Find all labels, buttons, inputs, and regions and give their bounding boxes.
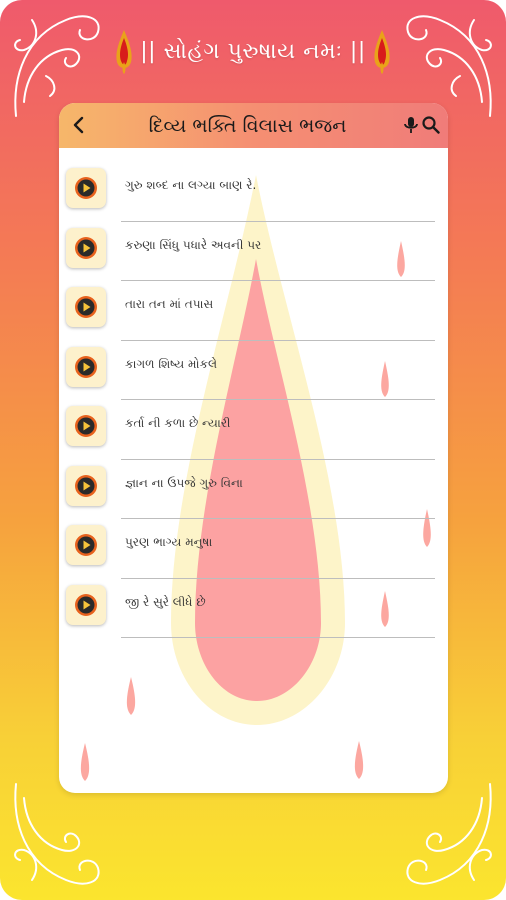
list-item[interactable]: જ્ઞાન ના ઉપજે ગુરુ વિના <box>59 460 448 519</box>
app-background: || સોહંગ પુરુષાય નમઃ || દિવ્ય ભક્તિ વિલા… <box>0 0 506 900</box>
bhajan-title: જ્ઞાન ના ઉપજે ગુરુ વિના <box>125 475 243 490</box>
search-button[interactable] <box>420 114 442 136</box>
app-header-title: || સોહંગ પુરુષાય નમઃ || <box>140 38 366 64</box>
bhajan-title: પુરણ ભાગ્ય મનુષા <box>125 535 213 549</box>
list-item[interactable]: ગુરુ શબ્દ ના લગ્યા બાણ રે. <box>59 162 448 222</box>
microphone-icon <box>404 117 418 133</box>
voice-search-button[interactable] <box>400 114 422 136</box>
list-item[interactable]: કાગળ શિષ્ય મોકલે <box>59 341 448 400</box>
play-button[interactable] <box>66 168 106 208</box>
bhajan-list: ગુરુ શબ્દ ના લગ્યા બાણ રે. કરુણા સિંધુ પધ… <box>59 162 448 638</box>
play-icon <box>75 296 97 318</box>
play-icon <box>75 236 97 259</box>
play-icon <box>75 534 97 556</box>
list-item[interactable]: પુરણ ભાગ્ય મનુષા <box>59 519 448 579</box>
play-button[interactable] <box>66 287 106 327</box>
play-button[interactable] <box>66 584 106 625</box>
bhajan-title: તારા તન માં તપાસ <box>125 297 214 311</box>
screen-title: દિવ્ય ભક્તિ વિલાસ ભજન <box>148 114 347 137</box>
play-button[interactable] <box>66 525 106 565</box>
list-item[interactable]: કર્તા ની કળા છે ન્યારી <box>59 400 448 460</box>
play-icon <box>75 474 97 497</box>
back-button[interactable] <box>65 111 93 139</box>
list-item[interactable]: તારા તન માં તપાસ <box>59 281 448 341</box>
play-icon <box>75 593 97 616</box>
bhajan-list-card: દિવ્ય ભક્તિ વિલાસ ભજન ગુરુ શબ્દ ના લગ્યા… <box>59 103 448 793</box>
play-icon <box>75 177 97 199</box>
row-divider <box>121 637 435 638</box>
chevron-left-icon <box>73 116 84 134</box>
bhajan-title: કાગળ શિષ્ય મોકલે <box>125 356 218 371</box>
diya-right-icon <box>374 30 390 74</box>
search-icon <box>422 116 440 134</box>
bhajan-title: જી રે સુરે લીધે છે <box>125 594 206 609</box>
bhajan-title: કરુણા સિંધુ પધારે અવની પર <box>125 237 262 252</box>
bhajan-title: કર્તા ની કળા છે ન્યારી <box>125 416 231 430</box>
play-button[interactable] <box>66 227 106 268</box>
bhajan-title: ગુરુ શબ્દ ના લગ્યા બાણ રે. <box>125 178 257 192</box>
play-button[interactable] <box>66 346 106 387</box>
play-button[interactable] <box>66 406 106 446</box>
play-icon <box>75 355 97 378</box>
play-icon <box>75 415 97 437</box>
list-item[interactable]: કરુણા સિંધુ પધારે અવની પર <box>59 222 448 281</box>
screen-header: દિવ્ય ભક્તિ વિલાસ ભજન <box>59 103 448 148</box>
play-button[interactable] <box>66 465 106 506</box>
list-item[interactable]: જી રે સુરે લીધે છે <box>59 579 448 638</box>
